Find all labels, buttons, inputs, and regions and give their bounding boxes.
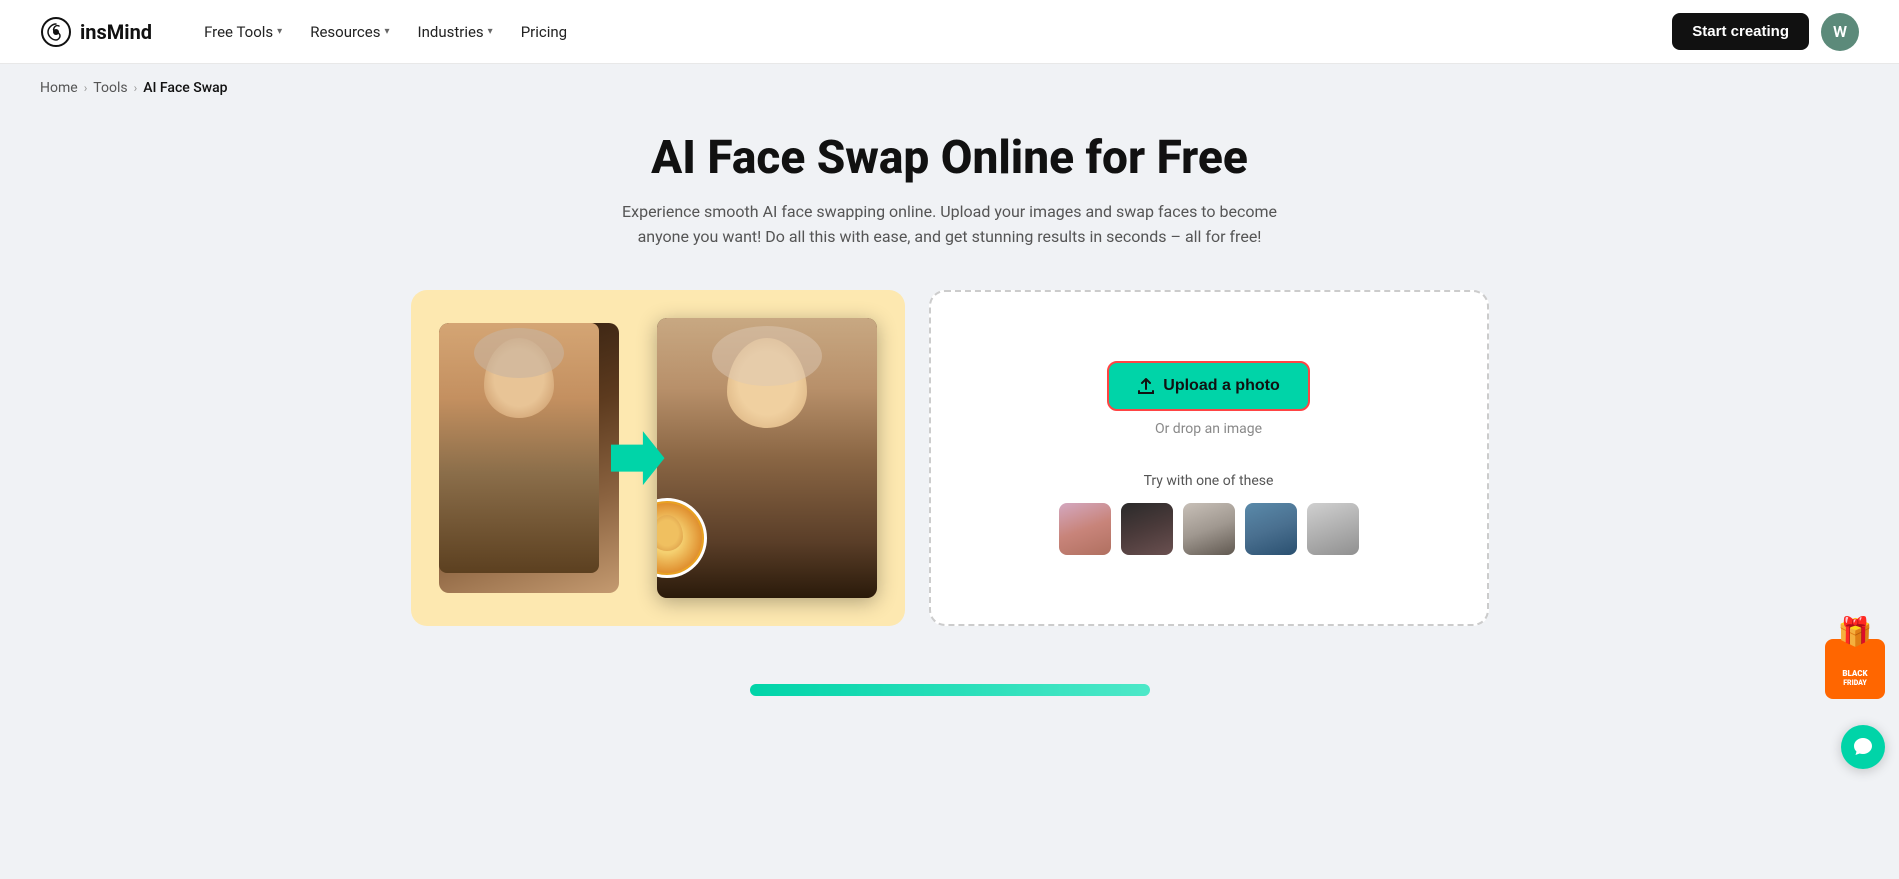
sample-thumb-2[interactable] xyxy=(1121,503,1173,555)
nav-right: Start creating W xyxy=(1672,13,1859,51)
bottom-section xyxy=(0,646,1899,696)
chevron-down-icon: ▾ xyxy=(488,26,493,37)
try-label: Try with one of these xyxy=(1144,473,1274,489)
gift-icon xyxy=(1840,629,1870,641)
hero-section: AI Face Swap Online for Free Experience … xyxy=(0,104,1899,270)
arrow-wrap xyxy=(611,431,665,485)
sample-thumb-4[interactable] xyxy=(1245,503,1297,555)
chat-widget[interactable] xyxy=(1841,725,1885,769)
upload-panel: Upload a photo Or drop an image Try with… xyxy=(929,290,1489,626)
main-content: Upload a photo Or drop an image Try with… xyxy=(0,270,1899,646)
right-arrow-icon xyxy=(611,431,665,485)
chevron-down-icon: ▾ xyxy=(384,26,389,37)
breadcrumb-home[interactable]: Home xyxy=(40,80,78,96)
demo-after-image xyxy=(657,318,877,598)
logo[interactable]: insMind xyxy=(40,16,152,48)
breadcrumb-tools[interactable]: Tools xyxy=(93,80,127,96)
nav-item-pricing[interactable]: Pricing xyxy=(509,15,579,49)
figure-before xyxy=(439,323,599,573)
black-friday-promo[interactable]: BLACKFRIDAY xyxy=(1825,639,1885,699)
promo-box: BLACKFRIDAY xyxy=(1825,639,1885,699)
start-creating-button[interactable]: Start creating xyxy=(1672,13,1809,50)
accent-bar xyxy=(750,684,1150,696)
face-swap-demo xyxy=(439,318,877,598)
breadcrumb-current: AI Face Swap xyxy=(143,80,227,96)
chat-icon xyxy=(1852,736,1874,758)
sample-thumb-5[interactable] xyxy=(1307,503,1359,555)
demo-before-image xyxy=(439,323,619,593)
upload-icon xyxy=(1137,377,1155,395)
source-face-inner xyxy=(657,503,702,573)
sample-thumb-3[interactable] xyxy=(1183,503,1235,555)
promo-label: BLACKFRIDAY xyxy=(1842,669,1867,687)
preview-panel xyxy=(411,290,905,626)
upload-hint: Or drop an image xyxy=(1155,421,1262,437)
avatar[interactable]: W xyxy=(1821,13,1859,51)
breadcrumb: Home › Tools › AI Face Swap xyxy=(0,64,1899,104)
nav-item-industries[interactable]: Industries ▾ xyxy=(406,15,505,49)
upload-photo-button[interactable]: Upload a photo xyxy=(1107,361,1309,411)
logo-icon xyxy=(40,16,72,48)
chevron-down-icon: ▾ xyxy=(277,26,282,37)
nav-links: Free Tools ▾ Resources ▾ Industries ▾ Pr… xyxy=(192,15,1672,49)
hero-description: Experience smooth AI face swapping onlin… xyxy=(610,199,1290,250)
sample-thumbnails xyxy=(1059,503,1359,555)
breadcrumb-sep-1: › xyxy=(84,81,88,95)
breadcrumb-sep-2: › xyxy=(134,81,138,95)
nav-item-free-tools[interactable]: Free Tools ▾ xyxy=(192,15,294,49)
nav-item-resources[interactable]: Resources ▾ xyxy=(298,15,401,49)
logo-text: insMind xyxy=(80,20,152,44)
sample-thumb-1[interactable] xyxy=(1059,503,1111,555)
main-nav: insMind Free Tools ▾ Resources ▾ Industr… xyxy=(0,0,1899,64)
page-title: AI Face Swap Online for Free xyxy=(40,132,1859,185)
